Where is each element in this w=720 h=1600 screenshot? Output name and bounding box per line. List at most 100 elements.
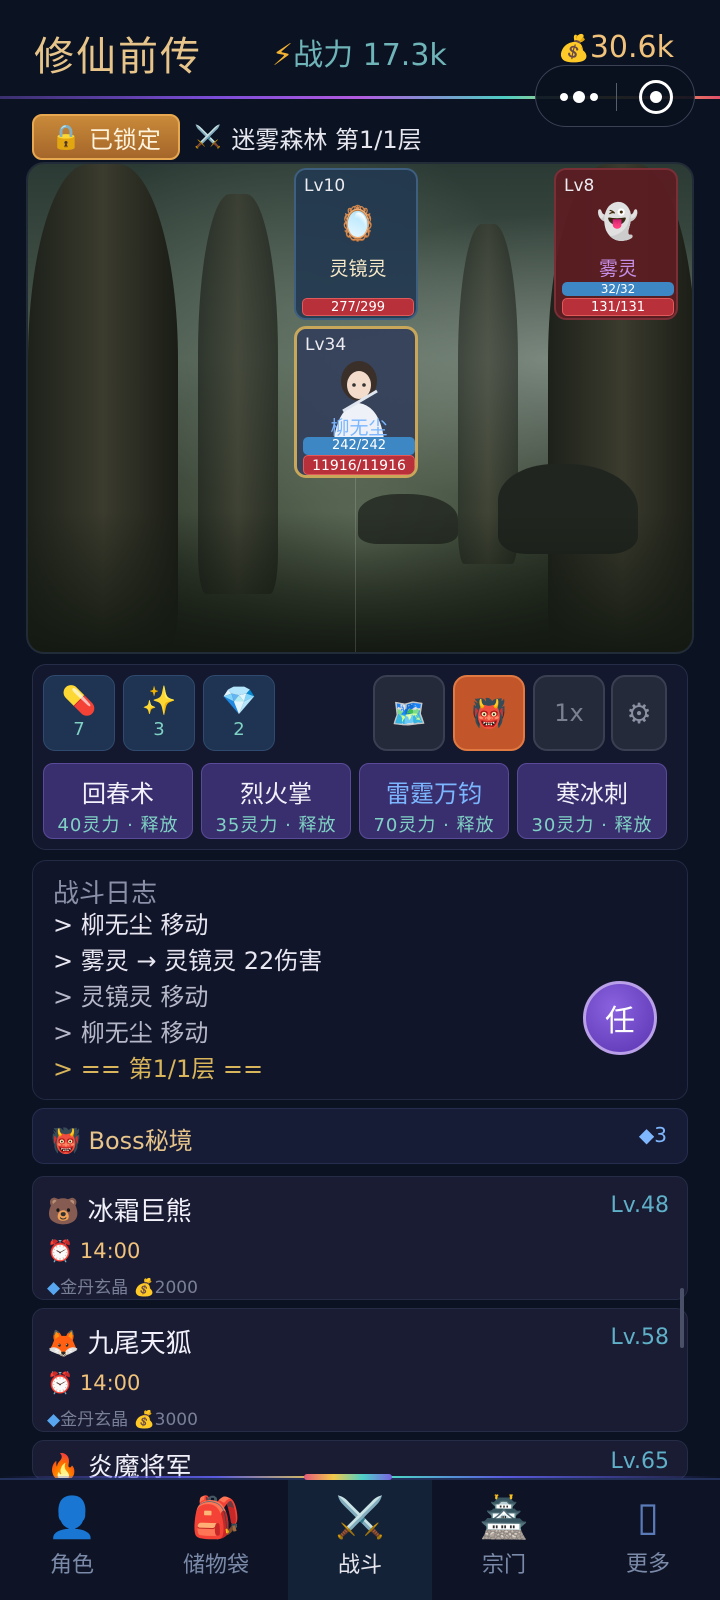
- nav-label: 战斗: [337, 1553, 382, 1578]
- log-line: > == 第1/1层 ==: [53, 1055, 264, 1083]
- fox-icon: 🦊: [47, 1329, 80, 1359]
- skill-name: 烈火掌: [240, 780, 312, 808]
- backpack-icon: 🎒: [191, 1495, 241, 1541]
- diamond-icon: ◆: [47, 1410, 61, 1430]
- gold-value: 30.6k: [589, 30, 674, 65]
- boss-level: Lv.48: [610, 1193, 669, 1218]
- gold-display: 💰30.6k: [557, 30, 674, 65]
- crossed-swords-icon: ⚔️: [194, 125, 222, 150]
- alarm-clock-icon: ⏰: [47, 1371, 74, 1395]
- diamond-icon: ◆: [638, 1123, 655, 1147]
- boss-ticket-count: ◆3: [638, 1123, 667, 1147]
- item-slot-gem[interactable]: 💎 2: [203, 675, 275, 751]
- item-count: 3: [153, 719, 165, 740]
- skill-cost: 70灵力 · 释放: [373, 815, 495, 836]
- lock-icon: 🔒: [51, 123, 81, 151]
- item-count: 7: [73, 719, 85, 740]
- scrollbar[interactable]: [680, 1288, 684, 1348]
- enemy-mp-bar: 32/32: [562, 282, 674, 296]
- skill-button-rejuvenation[interactable]: 回春术 40灵力 · 释放: [43, 763, 193, 839]
- enemy-card-mist-spirit[interactable]: Lv8 👻 雾灵 32/32 131/131: [554, 168, 678, 320]
- enemy-level: Lv8: [564, 176, 595, 196]
- close-miniprogram-icon[interactable]: [639, 80, 673, 114]
- gear-icon: ⚙: [626, 696, 652, 730]
- boss-time: ⏰ 14:00: [47, 1371, 141, 1395]
- nav-tab-battle[interactable]: ⚔️ 战斗: [288, 1474, 432, 1600]
- oni-mask-icon: 👹: [471, 696, 507, 730]
- lightning-icon: ⚡: [272, 38, 294, 73]
- crossed-swords-icon: ⚔️: [335, 1495, 385, 1541]
- map-icon: 🗺️: [391, 696, 427, 730]
- nav-tab-sect[interactable]: 🏯 宗门: [432, 1480, 576, 1600]
- skill-cost: 35灵力 · 释放: [215, 815, 337, 836]
- boss-mode-button[interactable]: 👹: [453, 675, 525, 751]
- skill-name: 雷霆万钧: [386, 780, 482, 808]
- skill-button-thunder[interactable]: 雷霆万钧 70灵力 · 释放: [359, 763, 509, 839]
- boss-level: Lv.58: [610, 1325, 669, 1350]
- skill-name: 寒冰刺: [556, 780, 628, 808]
- item-count: 2: [233, 719, 245, 740]
- boss-time: ⏰ 14:00: [47, 1239, 141, 1263]
- skill-cost: 30灵力 · 释放: [531, 815, 653, 836]
- battlefield: Lv10 🪞 灵镜灵 277/299 Lv8 👻 雾灵 32/32 131/13…: [26, 162, 694, 654]
- log-line: > 柳无尘 移动: [53, 1019, 209, 1047]
- log-line: > 灵镜灵 移动: [53, 983, 209, 1011]
- money-bag-icon: 💰: [133, 1278, 155, 1298]
- hero-card[interactable]: Lv34 柳无尘 242/242 11916/11916: [294, 326, 418, 478]
- boss-reward: ◆金丹玄晶 💰2000: [47, 1278, 198, 1298]
- boss-realm-header[interactable]: 👹 Boss秘境 ◆3: [32, 1108, 688, 1164]
- app-title: 修仙前传: [34, 34, 202, 80]
- more-icon: ▯: [636, 1494, 659, 1540]
- more-menu-icon[interactable]: [556, 83, 606, 109]
- castle-icon: 🏯: [479, 1495, 529, 1541]
- action-panel: 💊 7 ✨ 3 💎 2 🗺️ 👹 1x ⚙ 回春术 40灵力 · 释放 烈火掌 …: [32, 664, 688, 850]
- skill-button-ice-thorn[interactable]: 寒冰刺 30灵力 · 释放: [517, 763, 667, 839]
- bottom-nav: 👤 角色 🎒 储物袋 ⚔️ 战斗 🏯 宗门 ▯ 更多: [0, 1474, 720, 1600]
- nav-tab-character[interactable]: 👤 角色: [0, 1480, 144, 1600]
- stage-info: ⚔️ 迷雾森林 第1/1层: [194, 120, 422, 155]
- hero-name: 柳无尘: [330, 417, 388, 439]
- log-line: > 柳无尘 移动: [53, 911, 209, 939]
- nav-label: 宗门: [481, 1553, 526, 1578]
- miniprogram-capsule: [535, 65, 695, 127]
- lock-toggle-button[interactable]: 🔒 已锁定: [32, 114, 180, 160]
- enemy-hp-bar: 131/131: [562, 298, 674, 316]
- map-button[interactable]: 🗺️: [373, 675, 445, 751]
- power-value: 战力 17.3k: [293, 38, 447, 73]
- lock-label: 已锁定: [88, 125, 161, 154]
- sparkle-icon: ✨: [141, 684, 177, 717]
- skill-button-fire-palm[interactable]: 烈火掌 35灵力 · 释放: [201, 763, 351, 839]
- nav-tab-more[interactable]: ▯ 更多: [576, 1480, 720, 1600]
- enemy-level: Lv10: [304, 176, 346, 196]
- item-slot-pill[interactable]: 💊 7: [43, 675, 115, 751]
- skill-cost: 40灵力 · 释放: [57, 815, 179, 836]
- log-line: > 雾灵 → 灵镜灵 22伤害: [53, 947, 323, 975]
- hero-hp-bar: 11916/11916: [303, 455, 415, 475]
- nav-label: 储物袋: [182, 1553, 249, 1578]
- enemy-hp-bar: 277/299: [302, 298, 414, 316]
- enemy-name: 雾灵: [598, 258, 637, 280]
- boss-reward: ◆金丹玄晶 💰3000: [47, 1410, 198, 1430]
- item-slot-sparkle[interactable]: ✨ 3: [123, 675, 195, 751]
- task-button[interactable]: 任: [583, 981, 657, 1055]
- nav-label: 更多: [625, 1552, 670, 1577]
- battle-log: 战斗日志 > 柳无尘 移动 > 雾灵 → 灵镜灵 22伤害 > 灵镜灵 移动 >…: [32, 860, 688, 1100]
- enemy-card-mirror-spirit[interactable]: Lv10 🪞 灵镜灵 277/299: [294, 168, 418, 320]
- nav-tab-storage-bag[interactable]: 🎒 储物袋: [144, 1480, 288, 1600]
- enemy-name: 灵镜灵: [329, 258, 387, 280]
- power-display: ⚡战力 17.3k: [272, 30, 447, 74]
- pill-icon: 💊: [61, 684, 97, 717]
- boss-card-frost-bear[interactable]: 🐻 冰霜巨熊 Lv.48 ⏰ 14:00 ◆金丹玄晶 💰2000: [32, 1176, 688, 1300]
- boss-name: 🦊 九尾天狐: [47, 1329, 192, 1359]
- boss-card-nine-tail-fox[interactable]: 🦊 九尾天狐 Lv.58 ⏰ 14:00 ◆金丹玄晶 💰3000: [32, 1308, 688, 1432]
- person-icon: 👤: [47, 1495, 97, 1541]
- top-bar: 修仙前传 ⚡战力 17.3k 💰30.6k: [0, 0, 720, 127]
- speed-button[interactable]: 1x: [533, 675, 605, 751]
- boss-level: Lv.65: [610, 1449, 669, 1474]
- money-bag-icon: 💰: [557, 34, 590, 64]
- bear-icon: 🐻: [47, 1197, 80, 1227]
- nav-label: 角色: [49, 1553, 94, 1578]
- hero-mp-bar: 242/242: [303, 437, 415, 455]
- settings-button[interactable]: ⚙: [611, 675, 667, 751]
- alarm-clock-icon: ⏰: [47, 1239, 74, 1263]
